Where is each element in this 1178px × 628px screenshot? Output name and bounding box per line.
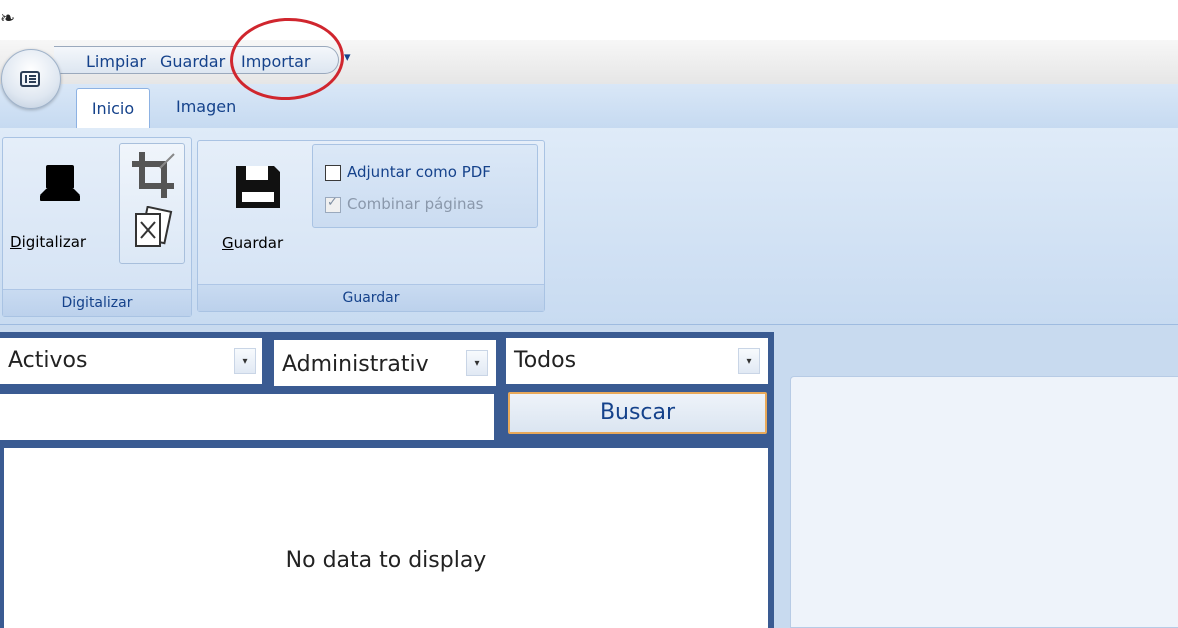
combine-pages-checkbox[interactable] — [325, 195, 341, 213]
empty-state-text: No data to display — [285, 548, 487, 573]
scope-filter-value: Todos — [514, 348, 577, 373]
delete-page-icon[interactable] — [132, 206, 174, 252]
quick-access-limpiar[interactable]: Limpiar — [86, 52, 146, 71]
quick-access-guardar[interactable]: Guardar — [160, 52, 225, 71]
search-button[interactable]: Buscar — [508, 392, 767, 434]
chevron-down-icon[interactable]: ▾ — [234, 348, 256, 374]
status-filter[interactable]: Activos ▾ — [0, 338, 262, 384]
save-button[interactable]: Guardar — [210, 150, 306, 262]
department-filter[interactable]: Administrativ ▾ — [274, 340, 496, 386]
crop-icon[interactable] — [130, 150, 176, 200]
attach-pdf-label: Adjuntar como PDF — [347, 163, 491, 181]
app-logo-icon: ❧ — [0, 8, 16, 29]
quick-access-dropdown-icon[interactable]: ▾ — [344, 50, 351, 65]
chevron-down-icon[interactable]: ▾ — [466, 350, 488, 376]
tab-imagen[interactable]: Imagen — [176, 97, 236, 116]
search-input[interactable] — [0, 394, 494, 440]
group-label-digitalizar: Digitalizar — [3, 289, 191, 316]
crop-tools — [119, 143, 185, 264]
save-options: Adjuntar como PDF Combinar páginas — [312, 144, 538, 228]
scan-label: Digitalizar — [10, 233, 87, 251]
tab-inicio[interactable]: Inicio — [76, 88, 150, 128]
department-filter-value: Administrativ — [282, 352, 429, 377]
app-menu-icon — [20, 71, 40, 87]
results-grid[interactable]: No data to display — [4, 448, 768, 628]
save-label: Guardar — [222, 234, 284, 252]
preview-panel — [790, 376, 1178, 628]
save-icon — [236, 166, 280, 208]
combine-pages-label: Combinar páginas — [347, 195, 484, 213]
scanner-icon — [40, 165, 80, 201]
group-label-guardar: Guardar — [198, 284, 544, 311]
scan-button[interactable]: Digitalizar — [6, 145, 114, 265]
attach-pdf-checkbox[interactable] — [325, 165, 341, 181]
scope-filter[interactable]: Todos ▾ — [506, 338, 768, 384]
application-menu-button[interactable] — [1, 49, 61, 109]
title-bar: ❧ — [0, 0, 1178, 40]
chevron-down-icon[interactable]: ▾ — [738, 348, 760, 374]
status-filter-value: Activos — [8, 348, 88, 373]
